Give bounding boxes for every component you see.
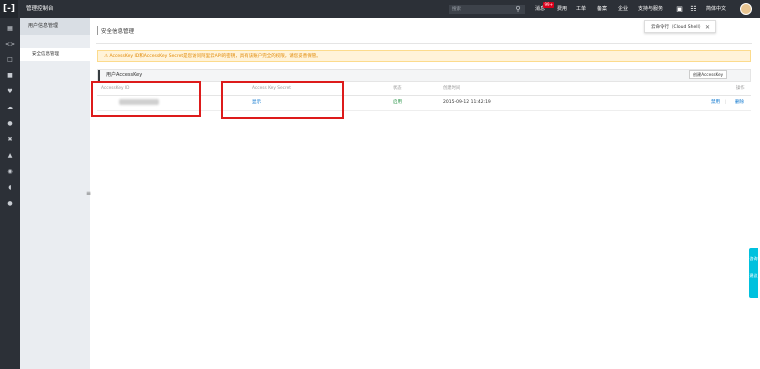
top-bar: [-] 管理控制台 搜索 ⚲ 消息 99+ 费用 工单 备案 企业 支持与服务 … — [0, 0, 760, 18]
search-placeholder: 搜索 — [452, 7, 461, 12]
language-switch[interactable]: 简体中文 — [706, 0, 726, 18]
heart-icon[interactable]: ♥ — [4, 87, 16, 97]
globe-icon[interactable]: ◉ — [4, 167, 16, 177]
disable-link[interactable]: 禁用 — [711, 95, 720, 110]
nav-support[interactable]: 支持与服务 — [638, 0, 663, 18]
float-tab-label-consult: 咨询 — [749, 256, 758, 261]
close-icon[interactable]: ✕ — [705, 21, 710, 34]
sidebar-item-security-info[interactable]: 安全信息管理 — [20, 48, 90, 61]
float-tab-label-suggest: 建议 — [749, 273, 758, 278]
sidebar-toggle-icon[interactable]: ≡ — [86, 190, 91, 198]
cart-icon[interactable]: ☷ — [689, 4, 698, 14]
record-icon[interactable]: ● — [4, 199, 16, 209]
alert-text: AccessKey ID和AccessKey Secret是您访问阿里云API的… — [109, 54, 321, 59]
nav-icp[interactable]: 备案 — [597, 0, 607, 18]
page-title: 安全信息管理 — [101, 29, 135, 35]
title-accent — [97, 26, 98, 35]
aliyun-logo-icon[interactable]: [-] — [0, 0, 18, 18]
cloud-shell-tooltip: 云命令行（Cloud Shell） ✕ — [644, 20, 716, 33]
highlight-accesskey-id — [91, 81, 201, 117]
highlight-accesskey-secret — [221, 81, 344, 119]
section-accent — [98, 70, 100, 81]
sidebar: 用户信息管理 安全信息管理 — [20, 18, 90, 369]
column-status: 状态 — [393, 86, 402, 91]
tooltip-text: 云命令行（Cloud Shell） — [651, 25, 704, 30]
status-badge: 启用 — [393, 100, 402, 105]
warning-alert: ⚠ AccessKey ID和AccessKey Secret是您访问阿里云AP… — [97, 50, 751, 62]
grid-icon[interactable]: ▦ — [4, 24, 16, 34]
cloud-icon[interactable]: ☁ — [4, 103, 16, 113]
nav-tickets[interactable]: 工单 — [576, 0, 586, 18]
nav-enterprise[interactable]: 企业 — [618, 0, 628, 18]
create-accesskey-button[interactable]: 创建AccessKey — [689, 70, 727, 79]
console-title[interactable]: 管理控制台 — [26, 0, 54, 18]
divider — [96, 43, 752, 44]
created-time: 2015-09-12 11:42:19 — [443, 100, 491, 105]
column-actions: 操作 — [736, 86, 745, 91]
search-icon[interactable]: ⚲ — [512, 3, 524, 15]
database-icon[interactable]: ■ — [4, 71, 16, 81]
cloud-server-icon[interactable]: □ — [4, 55, 16, 65]
action-separator: | — [725, 100, 727, 105]
product-rail: ▦ <> □ ■ ♥ ☁ ● ✖ ▲ ◉ ◖ ● — [0, 18, 20, 369]
monitor-icon[interactable]: ◖ — [4, 183, 16, 193]
column-created: 创建时间 — [443, 86, 461, 91]
sidebar-title: 用户信息管理 — [20, 18, 90, 35]
feedback-float-tab[interactable]: 咨询 建议 — [749, 248, 758, 298]
tools-icon[interactable]: ✖ — [4, 135, 16, 145]
avatar[interactable] — [740, 3, 752, 15]
messages-badge: 99+ — [543, 2, 555, 8]
nav-billing[interactable]: 费用 — [557, 0, 567, 18]
delete-link[interactable]: 删除 — [735, 95, 744, 110]
section-title: 用户AccessKey — [106, 72, 143, 78]
cloud-shell-icon[interactable]: ▣ — [675, 4, 684, 14]
code-icon[interactable]: <> — [4, 40, 16, 50]
network-icon[interactable]: ▲ — [4, 151, 16, 161]
storage-icon[interactable]: ● — [4, 119, 16, 129]
